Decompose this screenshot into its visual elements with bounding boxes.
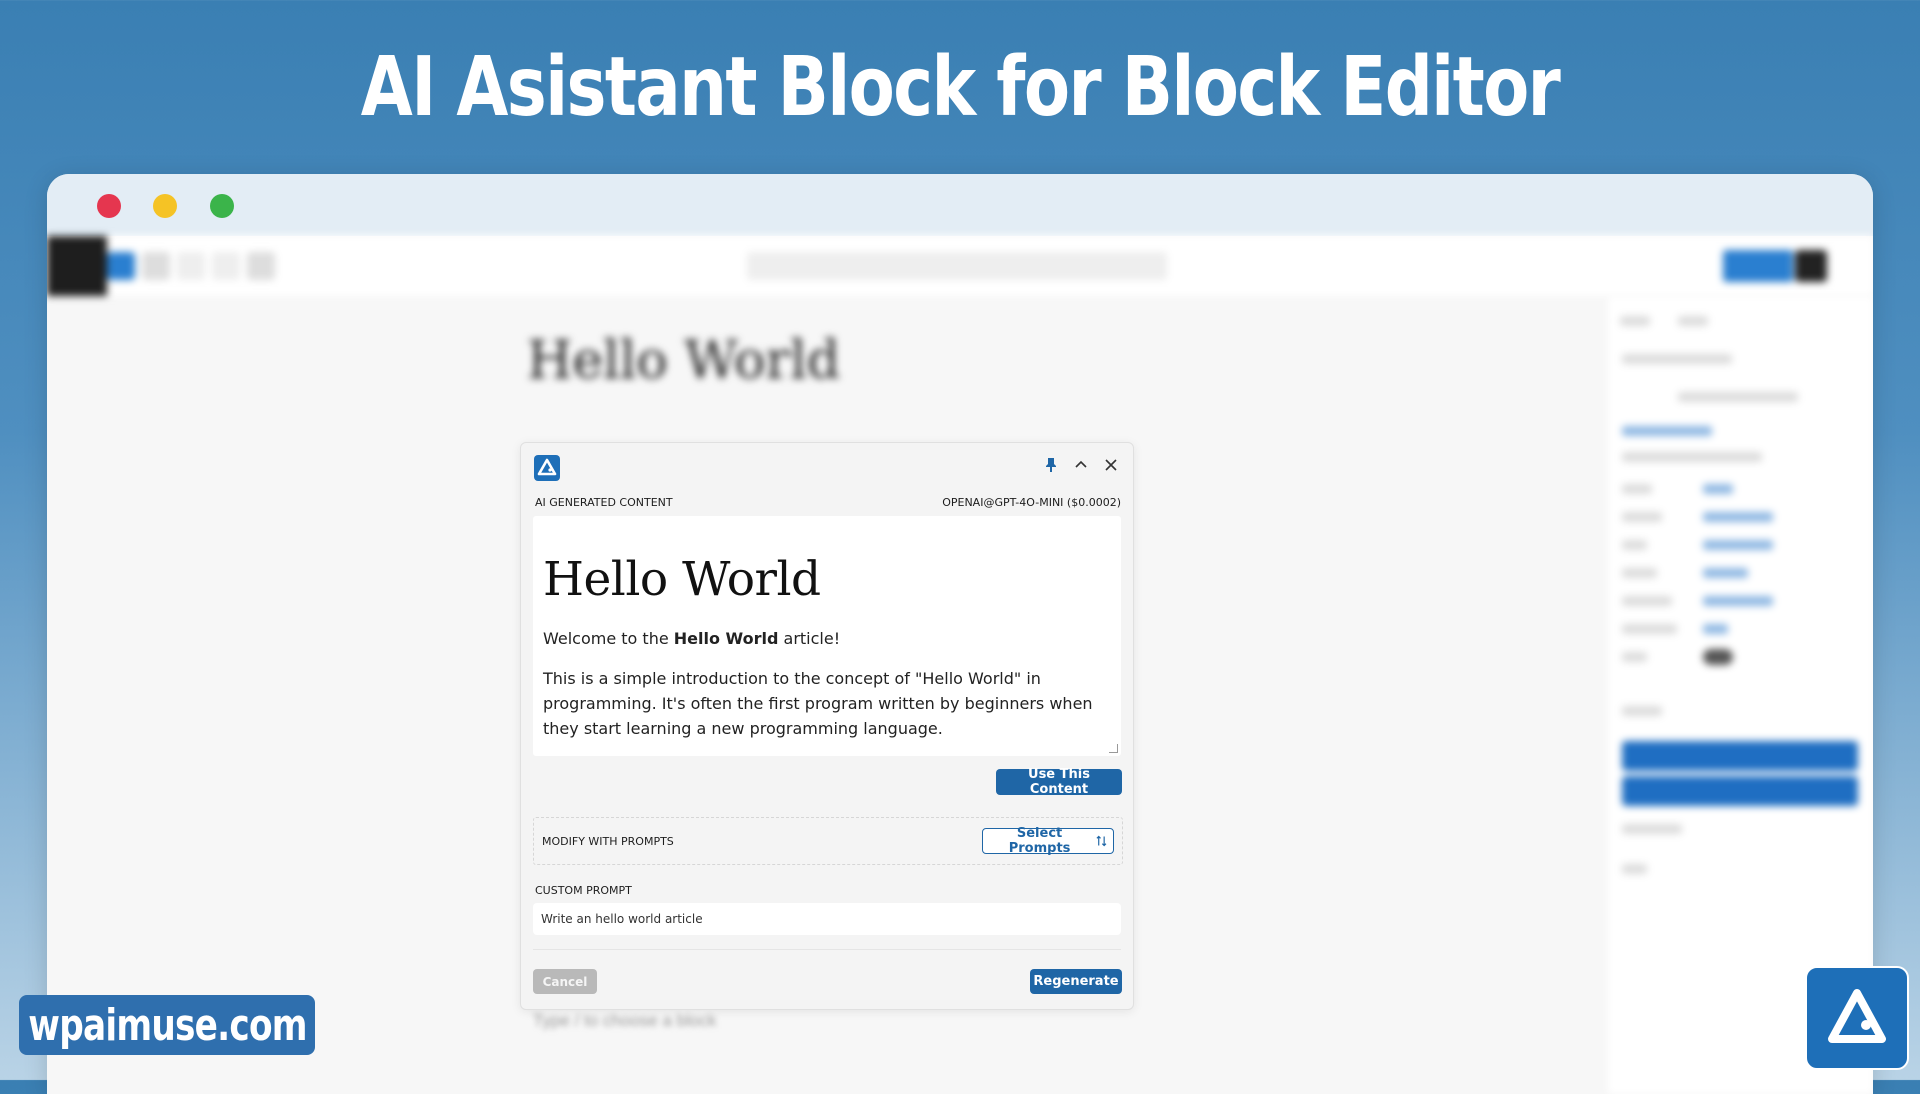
sidebar-line [1622,512,1662,522]
sidebar-line [1622,452,1762,462]
custom-prompt-input[interactable] [533,903,1121,935]
panel-header-actions [1041,455,1121,475]
block-editor-background: Hello World Type / to choose a block AI … [47,236,1873,1094]
cancel-button[interactable]: Cancel [533,969,597,994]
wordpress-logo-icon[interactable] [47,236,107,296]
pin-icon[interactable] [1041,455,1061,475]
post-title[interactable]: Hello World [527,331,840,391]
model-cost-label: OPENAI@GPT-4O-MINI ($0.0002) [942,496,1121,509]
publish-button[interactable] [1723,250,1793,282]
sidebar-line [1622,624,1677,634]
hero-title: AI Asistant Block for Block Editor [360,40,1561,135]
use-this-content-button[interactable]: Use This Content [996,767,1122,797]
sidebar-toggle[interactable] [1703,649,1733,665]
site-badge: wpaimuse.com [19,995,315,1055]
select-prompts-label: Select Prompts [1008,826,1071,856]
sidebar-link[interactable] [1703,484,1733,494]
tools-button[interactable] [142,252,170,280]
content-paragraph: This is a simple introduction to the con… [543,669,1093,738]
regenerate-button[interactable]: Regenerate [1030,969,1122,994]
modify-prompts-label: MODIFY WITH PROMPTS [542,835,674,848]
redo-button[interactable] [212,252,240,280]
plugin-logo-icon [534,455,560,481]
maximize-window-dot[interactable] [210,194,234,218]
sort-arrows-icon [1096,835,1107,847]
sidebar-line [1678,392,1798,402]
sidebar-action-button[interactable] [1622,776,1858,806]
sidebar-link[interactable] [1703,624,1728,634]
content-text: Welcome to the [543,629,674,648]
sidebar-line [1622,354,1732,364]
sidebar-tab-block[interactable] [1678,316,1708,326]
command-palette[interactable] [747,252,1167,280]
sidebar-link[interactable] [1703,540,1773,550]
sidebar-link[interactable] [1703,568,1748,578]
sidebar-line [1622,824,1682,834]
sidebar-line [1622,596,1672,606]
select-prompts-button[interactable]: Select Prompts [982,826,1114,856]
sidebar-line [1622,568,1657,578]
add-block-button[interactable] [107,252,135,280]
chevron-up-icon[interactable] [1071,455,1091,475]
panel-divider [533,949,1121,950]
settings-toggle-button[interactable] [1795,250,1827,282]
content-bold-text: Hello World [673,629,779,648]
close-icon[interactable] [1101,455,1121,475]
sidebar-link[interactable] [1703,596,1773,606]
list-view-button[interactable] [247,252,275,280]
generated-content-label: AI GENERATED CONTENT [535,496,673,509]
site-url: wpaimuse.com [27,999,307,1051]
custom-prompt-label: CUSTOM PROMPT [535,884,632,897]
close-window-dot[interactable] [97,194,121,218]
undo-button[interactable] [177,252,205,280]
content-text: article! [778,629,841,648]
sidebar-link[interactable] [1622,426,1712,436]
editor-toolbar [47,236,1873,296]
sidebar-line [1622,706,1662,716]
sidebar-line [1622,864,1647,874]
sidebar-line [1622,540,1647,550]
brand-logo-icon [1805,966,1909,1070]
minimize-window-dot[interactable] [153,194,177,218]
ai-assistant-panel: AI GENERATED CONTENT OPENAI@GPT-4O-MINI … [520,442,1134,1010]
content-paragraph: Welcome to the Hello World article! [543,629,1111,648]
sidebar-line [1622,484,1652,494]
sidebar-line [1622,652,1647,662]
modify-with-prompts-section: MODIFY WITH PROMPTS Select Prompts [533,817,1123,865]
block-placeholder[interactable]: Type / to choose a block [533,1011,716,1031]
sidebar-tab-post[interactable] [1620,316,1650,326]
app-window: Hello World Type / to choose a block AI … [47,174,1873,1094]
content-heading: Hello World [543,552,821,607]
resize-handle-icon[interactable] [1109,744,1118,753]
generated-content-area[interactable]: Hello World Welcome to the Hello World a… [533,516,1121,756]
sidebar-action-button[interactable] [1622,741,1858,771]
window-titlebar [47,174,1873,236]
sidebar-link[interactable] [1703,512,1773,522]
